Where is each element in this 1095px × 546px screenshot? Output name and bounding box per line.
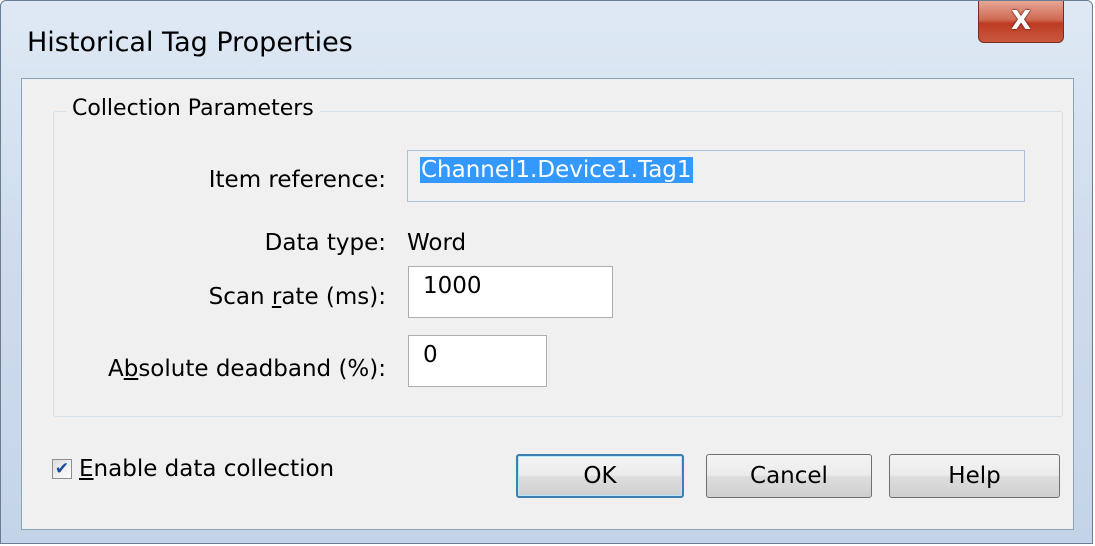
deadband-input[interactable]: 0 — [408, 335, 547, 387]
checkmark-icon: ✔ — [54, 458, 70, 479]
cancel-button[interactable]: Cancel — [706, 454, 872, 498]
close-icon: X — [1010, 5, 1032, 36]
close-button[interactable]: X — [978, 1, 1064, 43]
ok-button[interactable]: OK — [516, 454, 684, 498]
enable-data-collection-checkbox[interactable]: ✔ Enable data collection — [52, 456, 334, 482]
window-title: Historical Tag Properties — [27, 27, 353, 58]
scan-rate-input[interactable]: 1000 — [408, 266, 613, 318]
item-reference-field[interactable]: Channel1.Device1.Tag1 — [407, 150, 1025, 202]
data-type-value: Word — [407, 230, 467, 256]
enable-data-collection-label: Enable data collection — [79, 456, 335, 482]
deadband-label: Absolute deadband (%): — [107, 356, 386, 382]
collection-parameters-group: Collection Parameters Item reference: Ch… — [53, 96, 1063, 417]
dialog-window: Historical Tag Properties X Collection P… — [0, 0, 1093, 544]
help-button[interactable]: Help — [889, 454, 1060, 498]
group-label: Collection Parameters — [66, 96, 320, 121]
item-reference-label: Item reference: — [208, 167, 386, 193]
item-reference-value: Channel1.Device1.Tag1 — [420, 157, 693, 183]
checkbox-box[interactable]: ✔ — [52, 459, 72, 479]
dialog-client-area: Collection Parameters Item reference: Ch… — [21, 78, 1074, 530]
scan-rate-label: Scan rate (ms): — [208, 284, 386, 310]
data-type-label: Data type: — [264, 230, 386, 256]
title-bar[interactable]: Historical Tag Properties X — [1, 1, 1092, 79]
